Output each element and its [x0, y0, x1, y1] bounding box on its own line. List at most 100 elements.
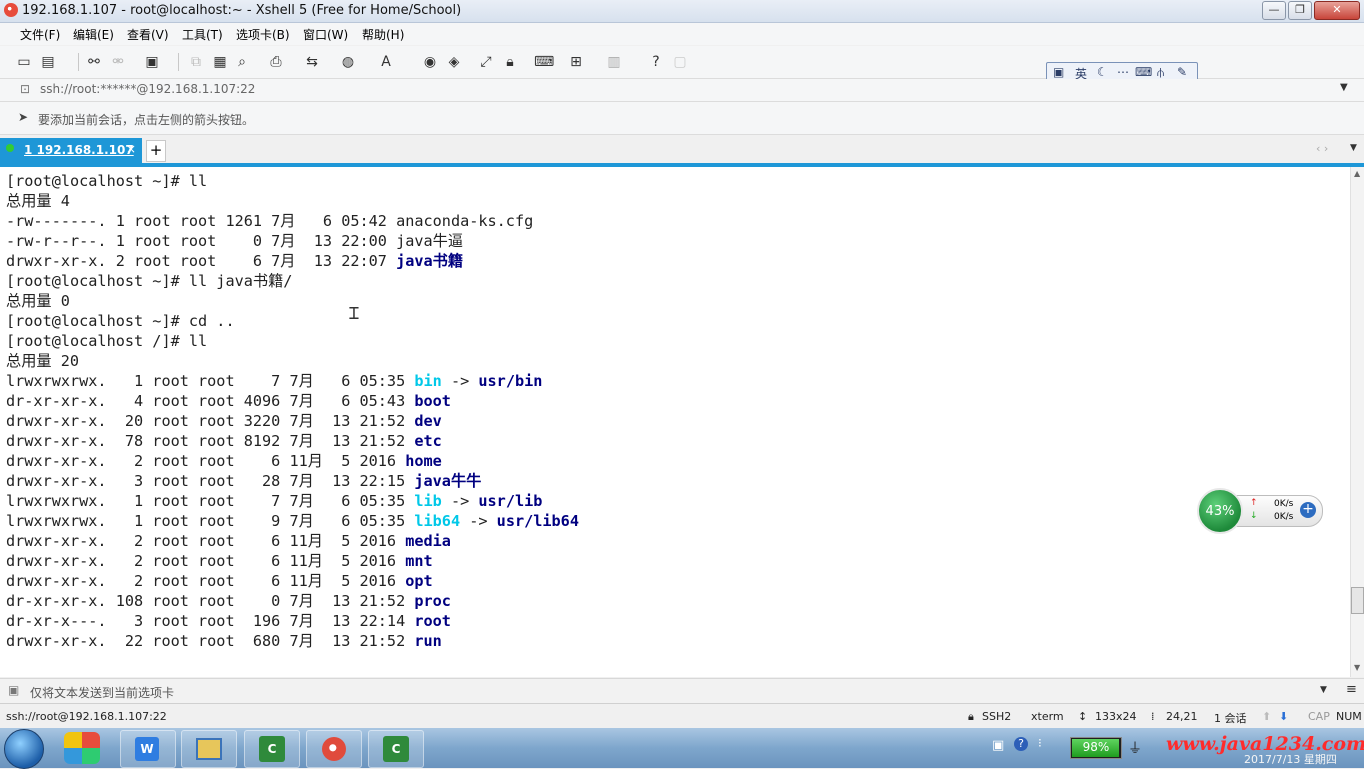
terminal-text: -> [460, 512, 497, 530]
battery-indicator[interactable]: 98% [1070, 737, 1122, 759]
maximize-button[interactable]: ❐ [1288, 1, 1312, 20]
chevron-down-icon[interactable]: ▼ [1320, 685, 1327, 695]
terminal-line: lrwxrwxrwx. 1 root root 7 7月 6 05:35 lib… [6, 491, 542, 511]
chat-icon[interactable]: ▢ [672, 54, 688, 70]
menu-window[interactable]: 窗口(W) [303, 26, 348, 43]
directory-name: boot [414, 392, 451, 410]
new-session-icon[interactable]: ▭ [16, 54, 32, 70]
paste-icon[interactable]: ▦ [212, 54, 228, 70]
terminal-line: drwxr-xr-x. 3 root root 28 7月 13 22:15 j… [6, 471, 481, 491]
font-icon[interactable]: A [378, 54, 394, 70]
num-lock-indicator: NUM [1336, 710, 1362, 723]
directory-name: usr/bin [478, 372, 543, 390]
taskbar-xshell[interactable] [306, 730, 362, 768]
power-plug-icon[interactable]: ⏚ [1128, 738, 1142, 758]
transfer-icon[interactable]: ⇆ [304, 54, 320, 70]
menu-tabs[interactable]: 选项卡(B) [236, 26, 290, 43]
keyboard-icon[interactable]: ⌨ [1135, 65, 1152, 79]
tray-arrow-icon[interactable]: ⁝ [1038, 736, 1042, 750]
memory-usage-gauge: 43% [1197, 488, 1243, 534]
resize-icon: ↕ [1078, 710, 1088, 723]
download-icon[interactable]: ⬇ [1279, 710, 1288, 723]
connect-icon[interactable]: ⚯ [86, 54, 102, 70]
moon-icon[interactable]: ☾ [1097, 65, 1108, 79]
editor-c-icon: C [383, 736, 409, 762]
terminal-text: [root@localhost ~]# cd .. [6, 312, 235, 330]
download-speed: 0K/s [1274, 512, 1294, 522]
compose-icon[interactable]: ▣ [8, 683, 19, 697]
terminal-text: -> [441, 492, 479, 510]
menu-file[interactable]: 文件(F) [20, 26, 60, 43]
tab-close-icon[interactable]: × [126, 142, 136, 156]
upload-speed: 0K/s [1274, 499, 1294, 509]
taskbar-editor-1[interactable]: C [244, 730, 300, 768]
layout-icon[interactable]: ▥ [606, 54, 622, 70]
menu-tools[interactable]: 工具(T) [182, 26, 223, 43]
ime-settings-icon[interactable]: ⫛ [1157, 65, 1164, 80]
xshell-app-icon[interactable] [4, 3, 18, 17]
menu-view[interactable]: 查看(V) [127, 26, 169, 43]
tab-session-1[interactable]: 1 192.168.1.107 × [0, 138, 142, 163]
terminal-text: drwxr-xr-x. 2 root root 6 11月 5 2016 [6, 452, 406, 470]
upload-icon[interactable]: ⬆ [1262, 710, 1271, 723]
keyboard-icon[interactable]: ⌨ [534, 54, 554, 70]
tray-ime-icon[interactable]: ▣ [992, 738, 1004, 753]
add-tab-button[interactable]: + [146, 140, 166, 162]
title-bar: 192.168.1.107 - root@localhost:~ - Xshel… [0, 0, 1364, 23]
ime-logo-icon[interactable]: ▣ [1053, 65, 1064, 79]
menu-lines-icon[interactable]: ≡ [1346, 682, 1357, 697]
terminal-text: drwxr-xr-x. 22 root root 680 7月 13 21:52 [6, 632, 415, 650]
tray-help-icon[interactable]: ? [1014, 737, 1028, 751]
minimize-button[interactable]: — [1262, 1, 1286, 20]
terminal-text: lrwxrwxrwx. 1 root root 7 7月 6 05:35 [6, 492, 415, 510]
taskbar-explorer[interactable] [181, 730, 237, 768]
plus-icon[interactable]: + [1300, 502, 1316, 518]
taskbar-wps-writer[interactable]: W [120, 730, 176, 768]
scroll-up-icon[interactable]: ▲ [1354, 169, 1360, 178]
text-cursor-icon: Ꮖ [349, 304, 360, 323]
open-folder-icon[interactable]: ▤ [40, 54, 56, 70]
status-dot-icon [6, 144, 14, 152]
terminal-line: [root@localhost ~]# ll [6, 171, 207, 191]
globe-icon[interactable]: ◍ [340, 54, 356, 70]
terminal-text: -rw-------. 1 root root 1261 7月 6 05:42 … [6, 212, 534, 230]
properties-icon[interactable]: ▣ [144, 54, 160, 70]
address-field[interactable]: ssh://root:******@192.168.1.107:22 [40, 82, 255, 96]
terminal-line: lrwxrwxrwx. 1 root root 7 7月 6 05:35 bin… [6, 371, 542, 391]
scroll-down-icon[interactable]: ▼ [1354, 663, 1360, 672]
directory-name: home [405, 452, 442, 470]
taskbar-editor-2[interactable]: C [368, 730, 424, 768]
clock-date[interactable]: 2017/7/13 星期四 [1244, 751, 1337, 767]
chevron-down-icon[interactable]: ▼ [1340, 82, 1348, 93]
menu-edit[interactable]: 编辑(E) [73, 26, 114, 43]
directory-name: proc [414, 592, 451, 610]
print-icon[interactable]: ⎙ [268, 54, 284, 70]
terminal-line: drwxr-xr-x. 2 root root 6 11月 5 2016 med… [6, 531, 451, 551]
find-icon[interactable]: ⌕ [234, 54, 250, 70]
symlink-name: lib [414, 492, 442, 510]
lock-icon: 🔒︎ [968, 710, 974, 723]
menu-help[interactable]: 帮助(H) [362, 26, 404, 43]
disconnect-icon[interactable]: ⚮ [110, 54, 126, 70]
lock-icon[interactable]: 🔒︎ [502, 54, 518, 70]
punctuation-icon[interactable]: ⋯ [1117, 65, 1129, 79]
arrow-icon[interactable]: ➤ [18, 110, 28, 124]
xftp-icon[interactable]: ◉ [422, 54, 438, 70]
close-button[interactable]: ✕ [1314, 1, 1360, 20]
add-tab-icon[interactable]: ⊞ [568, 54, 584, 70]
scrollbar-thumb[interactable] [1351, 587, 1364, 614]
xmanager-icon[interactable]: ◈ [446, 54, 462, 70]
tab-list-icon[interactable]: ▼ [1350, 143, 1357, 153]
fullscreen-icon[interactable]: ⤢ [478, 54, 494, 70]
color-app-icon[interactable] [64, 732, 100, 764]
tab-scroll-icon[interactable]: ‹ › [1316, 142, 1328, 155]
network-monitor-widget[interactable]: ↑ 0K/s ↓ 0K/s + 43% [1197, 488, 1323, 534]
directory-name: mnt [405, 552, 433, 570]
terminal-line: drwxr-xr-x. 78 root root 8192 7月 13 21:5… [6, 431, 442, 451]
copy-icon[interactable]: ⧉ [188, 54, 204, 70]
wrench-icon[interactable]: ✎ [1177, 65, 1187, 79]
help-icon[interactable]: ? [648, 54, 664, 70]
terminal-output[interactable]: [root@localhost ~]# ll 总用量 4 -rw-------. 1… [0, 167, 1350, 677]
terminal-text: lrwxrwxrwx. 1 root root 9 7月 6 05:35 [6, 512, 415, 530]
start-button[interactable] [4, 729, 44, 769]
